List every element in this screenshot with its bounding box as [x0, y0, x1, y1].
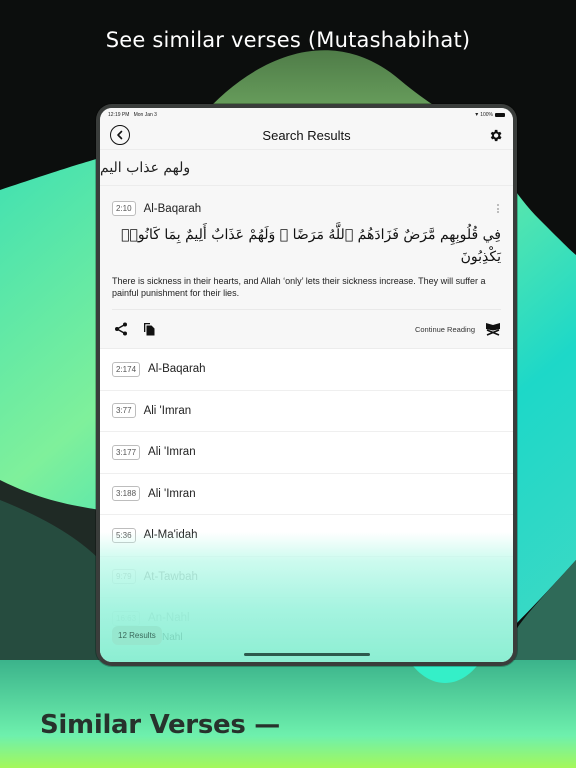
copy-button[interactable]: [140, 320, 158, 338]
verse-ref-badge: 2:10: [112, 201, 136, 216]
status-date: Mon Jan 3: [133, 111, 157, 118]
back-button[interactable]: [110, 125, 130, 145]
selected-verse-card: 2:10 Al-Baqarah فِي قُلُوبِهِم مَّرَضٌ ف…: [100, 186, 513, 349]
verse-header: 2:10 Al-Baqarah: [112, 186, 501, 218]
result-surah-name: Al-Ma'idah: [143, 529, 198, 542]
more-vertical-icon[interactable]: [495, 204, 501, 213]
result-surah-name: Al-Baqarah: [148, 363, 206, 376]
promo-title: See similar verses (Mutashabihat): [105, 28, 471, 52]
result-surah-name: Ali 'Imran: [148, 487, 196, 500]
share-button[interactable]: [112, 320, 130, 338]
verse-translation: There is sickness in their hearts, and A…: [112, 272, 501, 310]
wifi-icon: ▾: [475, 112, 479, 118]
settings-button[interactable]: [487, 127, 503, 143]
result-row[interactable]: 3:77 Ali 'Imran: [100, 391, 513, 432]
result-surah-name: An-Nahl: [148, 612, 190, 625]
results-list: 2:174 Al-Baqarah 3:77 Ali 'Imran 3:177 A…: [100, 349, 513, 640]
quran-stand-icon: [486, 323, 500, 336]
status-right: ▾ 100%: [475, 111, 505, 118]
promo-footer-heading: Similar Verses —: [40, 710, 280, 740]
nav-bar: Search Results: [100, 121, 513, 149]
tablet-frame: 12:19 PM Mon Jan 3 ▾ 100% Search Results: [96, 104, 517, 666]
result-ref-badge: 16:63: [112, 610, 141, 626]
continue-reading-button[interactable]: Continue Reading: [415, 322, 501, 336]
result-row[interactable]: 3:177 Ali 'Imran: [100, 432, 513, 474]
result-row[interactable]: 9:79 At-Tawbah: [100, 557, 513, 598]
result-row[interactable]: 3:188 Ali 'Imran: [100, 474, 513, 515]
result-ref-badge: 3:177: [112, 444, 141, 460]
result-ref-badge: 9:79: [112, 569, 136, 585]
page-title: Search Results: [262, 127, 351, 143]
result-row[interactable]: 5:36 Al-Ma'idah: [100, 515, 513, 557]
status-left: 12:19 PM Mon Jan 3: [108, 112, 157, 118]
status-time: 12:19 PM: [108, 111, 130, 118]
share-icon: [115, 322, 127, 336]
continue-reading-label: Continue Reading: [414, 324, 475, 334]
verse-arabic-text: فِي قُلُوبِهِم مَّرَضٌ فَزَادَهُمُ ٱللَّ…: [121, 227, 501, 265]
copy-icon: [143, 323, 154, 336]
result-surah-name: Ali 'Imran: [148, 446, 196, 459]
result-ref-badge: 5:36: [112, 527, 136, 543]
ghost-surah-text: Nahl: [162, 632, 183, 643]
result-surah-name: At-Tawbah: [143, 570, 198, 583]
battery-percent: 100%: [480, 111, 493, 118]
status-bar: 12:19 PM Mon Jan 3 ▾ 100%: [100, 108, 513, 121]
app-screen: 12:19 PM Mon Jan 3 ▾ 100% Search Results: [100, 108, 513, 662]
result-ref-badge: 3:188: [112, 486, 141, 502]
result-surah-name: Ali 'Imran: [143, 404, 192, 417]
result-ref-badge: 3:77: [112, 403, 136, 419]
result-ref-badge: 2:174: [112, 361, 141, 377]
search-query: ولهم عذاب اليم: [100, 149, 513, 186]
results-count-badge: 12 Results: [112, 626, 162, 645]
home-indicator[interactable]: [243, 653, 370, 656]
result-row[interactable]: 2:174 Al-Baqarah: [100, 349, 513, 391]
gear-icon: [490, 129, 501, 141]
verse-surah-name: Al-Baqarah: [143, 202, 202, 215]
verse-actions: Continue Reading: [112, 310, 501, 348]
battery-icon: [495, 112, 505, 117]
chevron-left-icon: [117, 130, 123, 140]
